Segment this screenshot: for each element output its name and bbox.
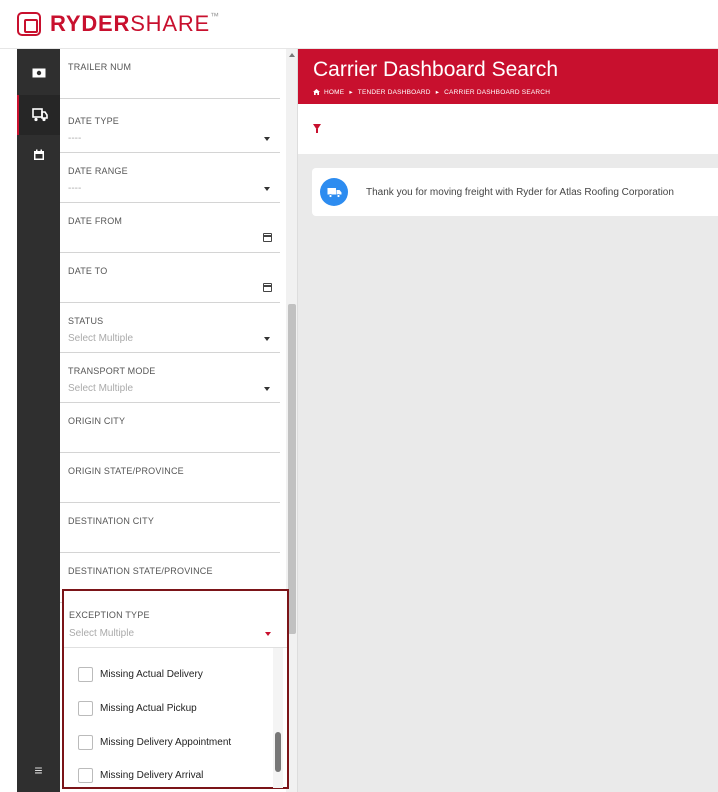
top-bar: RYDERSHARE™ [0, 0, 718, 49]
info-notice: Thank you for moving freight with Ryder … [312, 168, 718, 216]
exception-type-select[interactable]: EXCEPTION TYPE Select Multiple [64, 591, 287, 643]
date-type-label: DATE TYPE [68, 116, 119, 126]
origin-state-field[interactable]: ORIGIN STATE/PROVINCE [60, 453, 280, 503]
menu-icon[interactable]: ≡ [17, 758, 60, 782]
option-missing-delivery-arrival[interactable]: Missing Delivery Arrival [78, 765, 203, 785]
transport-mode-value: Select Multiple [68, 383, 134, 394]
option-missing-actual-pickup[interactable]: Missing Actual Pickup [78, 698, 197, 718]
exception-type-dropdown: Missing Actual Delivery Missing Actual P… [64, 647, 287, 788]
checkbox[interactable] [78, 666, 93, 682]
trailer-num-field[interactable]: TRAILER NUM [60, 49, 280, 99]
page-header: Carrier Dashboard Search HOME ▸ TENDER D… [298, 49, 718, 104]
option-label: Missing Delivery Appointment [100, 736, 232, 748]
breadcrumb-carrier-dashboard-search: CARRIER DASHBOARD SEARCH [444, 88, 551, 96]
status-value: Select Multiple [68, 333, 134, 344]
date-to-label: DATE TO [68, 266, 108, 276]
filter-icon[interactable] [313, 124, 321, 133]
money-icon [32, 68, 45, 78]
date-to-field[interactable]: DATE TO [60, 253, 280, 303]
chevron-down-icon [264, 337, 270, 341]
rail-item-money[interactable] [17, 53, 60, 93]
home-icon[interactable] [313, 89, 320, 95]
rail-item-calendar[interactable] [17, 135, 60, 175]
option-missing-actual-delivery[interactable]: Missing Actual Delivery [78, 664, 203, 684]
date-range-select[interactable]: DATE RANGE ---- [60, 153, 280, 203]
trademark: ™ [210, 11, 220, 21]
date-type-select[interactable]: DATE TYPE ---- [60, 103, 280, 153]
notice-text: Thank you for moving freight with Ryder … [366, 186, 674, 198]
option-label: Missing Actual Pickup [100, 702, 197, 714]
checkbox[interactable] [78, 767, 93, 783]
scrollbar-thumb[interactable] [288, 304, 296, 634]
transport-mode-select[interactable]: TRANSPORT MODE Select Multiple [60, 353, 280, 403]
origin-state-label: ORIGIN STATE/PROVINCE [68, 466, 184, 476]
date-type-value: ---- [68, 133, 82, 144]
brand-name: RYDERSHARE™ [50, 11, 220, 37]
dropdown-scrollbar-thumb[interactable] [275, 732, 281, 772]
option-missing-delivery-appointment[interactable]: Missing Delivery Appointment [78, 732, 231, 752]
scroll-up-arrow-icon[interactable] [289, 53, 295, 57]
option-label: Missing Actual Delivery [100, 668, 203, 680]
calendar-icon [33, 149, 44, 160]
date-range-label: DATE RANGE [68, 166, 128, 176]
origin-city-label: ORIGIN CITY [68, 416, 126, 426]
breadcrumb: HOME ▸ TENDER DASHBOARD ▸ CARRIER DASHBO… [313, 88, 550, 96]
ryder-logo-icon [17, 12, 41, 36]
filter-toolbar [298, 104, 718, 154]
breadcrumb-separator-icon: ▸ [349, 89, 353, 96]
breadcrumb-separator-icon: ▸ [435, 89, 440, 96]
brand-name-bold: RYDER [50, 11, 131, 36]
destination-state-label: DESTINATION STATE/PROVINCE [68, 566, 213, 576]
rail-item-tender[interactable] [17, 95, 60, 135]
date-from-label: DATE FROM [68, 216, 123, 226]
dropdown-scrollbar[interactable] [273, 648, 283, 788]
trailer-num-label: TRAILER NUM [68, 62, 132, 72]
date-range-value: ---- [68, 183, 82, 194]
breadcrumb-tender-dashboard[interactable]: TENDER DASHBOARD [358, 89, 431, 96]
calendar-icon[interactable] [263, 283, 272, 292]
truck-icon [31, 108, 48, 122]
option-label: Missing Delivery Arrival [100, 769, 204, 781]
destination-city-field[interactable]: DESTINATION CITY [60, 503, 280, 553]
icon-rail: ≡ [17, 49, 60, 792]
main-content: Carrier Dashboard Search HOME ▸ TENDER D… [298, 49, 718, 792]
exception-type-highlight: EXCEPTION TYPE Select Multiple Missing A… [62, 589, 289, 789]
chevron-down-icon [264, 137, 270, 141]
chevron-down-icon [264, 387, 270, 391]
chevron-down-icon [265, 632, 271, 636]
origin-city-field[interactable]: ORIGIN CITY [60, 403, 280, 453]
breadcrumb-home[interactable]: HOME [324, 89, 344, 96]
page-title: Carrier Dashboard Search [313, 58, 559, 81]
exception-type-label: EXCEPTION TYPE [69, 610, 150, 620]
ryder-logo[interactable]: RYDERSHARE™ [17, 11, 220, 37]
exception-type-value: Select Multiple [69, 628, 135, 639]
status-label: STATUS [68, 316, 104, 326]
destination-city-label: DESTINATION CITY [68, 516, 155, 526]
chevron-down-icon [264, 187, 270, 191]
transport-mode-label: TRANSPORT MODE [68, 366, 156, 376]
brand-name-regular: SHARE [130, 11, 210, 36]
status-select[interactable]: STATUS Select Multiple [60, 303, 280, 353]
calendar-icon[interactable] [263, 233, 272, 242]
truck-icon [320, 178, 348, 206]
checkbox[interactable] [78, 700, 93, 716]
date-from-field[interactable]: DATE FROM [60, 203, 280, 253]
checkbox[interactable] [78, 734, 93, 750]
